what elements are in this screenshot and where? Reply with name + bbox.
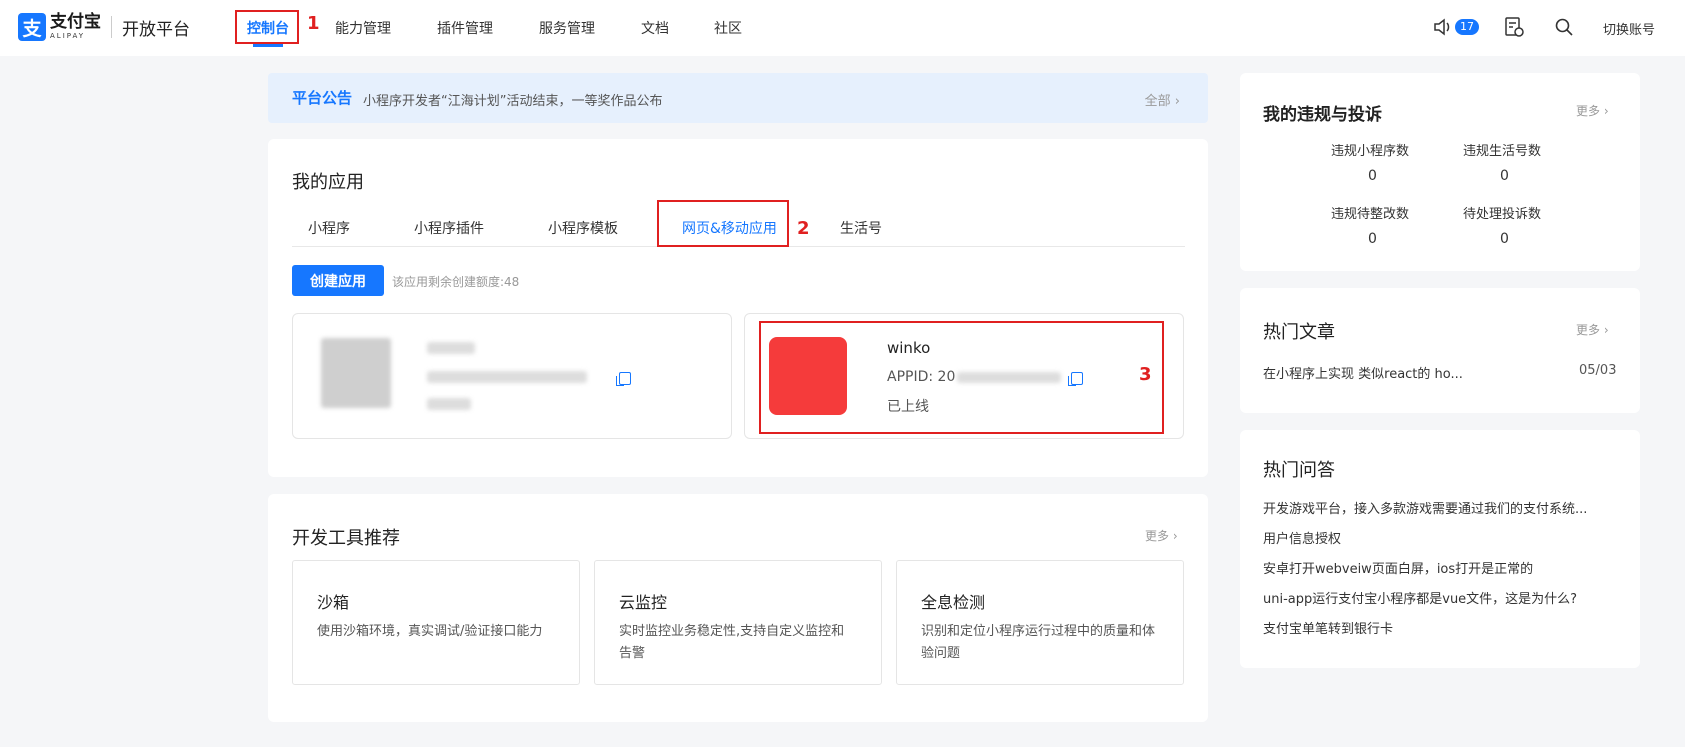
article-date: 05/03 — [1579, 363, 1617, 378]
hot-articles-card — [1240, 288, 1640, 413]
nav-active-indicator — [253, 44, 283, 47]
stat-label: 违规待整改数 — [1331, 207, 1410, 222]
violations-title: 我的违规与投诉 — [1263, 105, 1382, 125]
app-icon — [321, 338, 391, 408]
tool-card-cloud-monitor[interactable]: 云监控 实时监控业务稳定性,支持自定义监控和告警 — [594, 560, 882, 685]
my-apps-title: 我的应用 — [292, 172, 364, 193]
announcement-icon[interactable] — [1432, 16, 1454, 38]
platform-name: 开放平台 — [122, 19, 190, 40]
dev-tools-more-link[interactable]: 更多 › — [1145, 527, 1178, 544]
qa-link[interactable]: uni-app运行支付宝小程序都是vue文件，这是为什么? — [1263, 588, 1577, 607]
alipay-logo[interactable]: 支 支付宝 ALIPAY 开放平台 — [18, 12, 190, 42]
tool-card-holographic-detection[interactable]: 全息检测 识别和定位小程序运行过程中的质量和体验问题 — [896, 560, 1184, 685]
dev-tools-title: 开发工具推荐 — [292, 528, 400, 549]
stat-value[interactable]: 0 — [1368, 168, 1377, 184]
tool-description: 实时监控业务稳定性,支持自定义监控和告警 — [619, 624, 845, 661]
tool-title: 云监控 — [619, 593, 668, 612]
stat-label: 违规生活号数 — [1463, 144, 1542, 159]
stat-value[interactable]: 0 — [1368, 231, 1377, 247]
logo-divider — [111, 16, 112, 38]
notification-badge: 17 — [1455, 19, 1479, 35]
stat-value[interactable]: 0 — [1500, 168, 1509, 184]
tool-description: 使用沙箱环境，真实调试/验证接口能力 — [317, 624, 543, 639]
annotation-number-1: 1 — [307, 13, 320, 34]
create-quota-text: 该应用剩余创建额度:48 — [392, 275, 520, 289]
notice-all-link[interactable]: 全部 › — [1145, 90, 1180, 109]
qa-link[interactable]: 用户信息授权 — [1263, 528, 1341, 547]
tool-title: 沙箱 — [317, 593, 350, 612]
tool-card-sandbox[interactable]: 沙箱 使用沙箱环境，真实调试/验证接口能力 — [292, 560, 580, 685]
qa-link[interactable]: 支付宝单笔转到银行卡 — [1263, 618, 1393, 637]
qa-link[interactable]: 安卓打开webveiw页面白屏，ios打开是正常的 — [1263, 558, 1533, 577]
notice-title: 平台公告 — [292, 89, 353, 107]
app-name-blurred — [427, 342, 475, 354]
nav-capability[interactable]: 能力管理 — [335, 18, 391, 38]
annotation-box-1 — [235, 10, 299, 44]
alipay-logo-icon: 支 — [18, 13, 46, 41]
hot-qa-title: 热门问答 — [1263, 460, 1335, 481]
app-card[interactable] — [292, 313, 732, 439]
logo-en-text: ALIPAY — [50, 32, 86, 40]
hot-articles-title: 热门文章 — [1263, 322, 1335, 343]
tab-life-account[interactable]: 生活号 — [840, 218, 882, 238]
stat-label: 待处理投诉数 — [1463, 207, 1542, 222]
tool-title: 全息检测 — [921, 593, 986, 612]
app-status-blurred — [427, 398, 471, 410]
annotation-number-2: 2 — [797, 218, 810, 239]
logo-text: 支付宝 — [50, 12, 101, 32]
stat-value[interactable]: 0 — [1500, 231, 1509, 247]
notice-text[interactable]: 小程序开发者“江海计划”活动结束，一等奖作品公布 — [363, 90, 662, 109]
copy-icon[interactable] — [616, 372, 631, 386]
tab-miniprogram-template[interactable]: 小程序模板 — [548, 218, 618, 238]
article-link[interactable]: 在小程序上实现 类似react的 ho... — [1263, 363, 1463, 382]
nav-docs[interactable]: 文档 — [641, 18, 669, 38]
nav-community[interactable]: 社区 — [714, 18, 742, 38]
create-app-button[interactable]: 创建应用 — [292, 265, 384, 296]
tab-miniprogram[interactable]: 小程序 — [308, 218, 350, 238]
nav-plugins[interactable]: 插件管理 — [437, 18, 493, 38]
search-icon[interactable] — [1554, 17, 1574, 37]
platform-notice[interactable]: 平台公告 小程序开发者“江海计划”活动结束，一等奖作品公布 全部 › — [268, 73, 1208, 123]
violations-more-link[interactable]: 更多 › — [1576, 102, 1609, 119]
annotation-box-2 — [657, 200, 789, 247]
annotation-number-3: 3 — [1139, 364, 1152, 385]
document-clock-icon[interactable] — [1503, 16, 1525, 38]
qa-link[interactable]: 开发游戏平台，接入多款游戏需要通过我们的支付系统... — [1263, 498, 1587, 517]
hot-articles-more-link[interactable]: 更多 › — [1576, 321, 1609, 338]
app-appid-blurred — [427, 371, 587, 383]
nav-services[interactable]: 服务管理 — [539, 18, 595, 38]
annotation-box-3 — [759, 321, 1164, 434]
switch-account-link[interactable]: 切换账号 — [1603, 19, 1655, 38]
tool-description: 识别和定位小程序运行过程中的质量和体验问题 — [921, 624, 1156, 661]
tab-miniprogram-plugin[interactable]: 小程序插件 — [414, 218, 484, 238]
stat-label: 违规小程序数 — [1331, 144, 1410, 159]
